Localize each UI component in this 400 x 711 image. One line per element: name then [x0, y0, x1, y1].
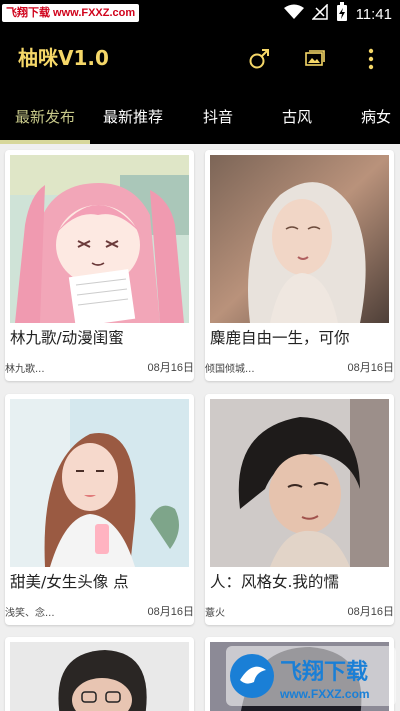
- watermark-logo: 飞翔下载 www.FXXZ.com: [226, 646, 396, 706]
- status-icons: 11:41: [283, 0, 392, 28]
- signal-icon: [310, 3, 328, 24]
- more-icon[interactable]: [356, 44, 386, 74]
- card-author: 薏火: [205, 608, 225, 619]
- card-title: 麋鹿自由一生，可你: [210, 329, 350, 347]
- card-date: 08月16日: [347, 606, 394, 618]
- card-date: 08月16日: [347, 362, 394, 374]
- card-author: 浅笑、念...: [5, 608, 55, 619]
- watermark-url: www.FXXZ.com: [279, 687, 370, 701]
- male-icon[interactable]: [244, 44, 274, 74]
- avatar-card[interactable]: 人：风格女.我的懦 薏火 08月16日: [205, 394, 394, 625]
- tab-ancient[interactable]: 古风: [262, 90, 332, 144]
- avatar-card[interactable]: [5, 637, 194, 711]
- avatar-card[interactable]: 麋鹿自由一生，可你 倾国倾城... 08月16日: [205, 150, 394, 381]
- app-bar: 柚咪V1.0: [0, 28, 400, 90]
- card-title: 人：风格女.我的懦: [210, 573, 339, 591]
- card-title: 甜美/女生头像 点: [10, 573, 129, 591]
- tab-latest[interactable]: 最新发布: [0, 90, 90, 144]
- card-author: 林九歌...: [5, 364, 45, 375]
- watermark-brand: 飞翔下载: [280, 659, 368, 685]
- status-time: 11:41: [355, 5, 392, 23]
- tab-recommended[interactable]: 最新推荐: [92, 90, 174, 144]
- card-image: [10, 155, 189, 323]
- card-image: [10, 399, 189, 567]
- app-screen: 飞翔下载 www.FXXZ.com 11:41 柚咪V1.0 最新发布 最新推荐…: [0, 0, 400, 711]
- app-actions: [244, 44, 386, 74]
- card-title: 林九歌/动漫闺蜜: [10, 329, 124, 347]
- card-image: [210, 399, 389, 567]
- watermark-badge: 飞翔下载 www.FXXZ.com: [2, 4, 140, 22]
- gallery-icon[interactable]: [300, 44, 330, 74]
- avatar-card[interactable]: 甜美/女生头像 点 浅笑、念... 08月16日: [5, 394, 194, 625]
- card-author: 倾国倾城...: [205, 364, 255, 375]
- tab-yandere[interactable]: 病女: [348, 90, 400, 144]
- wifi-icon: [283, 4, 304, 24]
- avatar-card[interactable]: 林九歌/动漫闺蜜 林九歌... 08月16日: [5, 150, 194, 381]
- card-image: [210, 155, 389, 323]
- tab-indicator: [0, 140, 90, 144]
- card-date: 08月16日: [147, 606, 194, 618]
- app-title: 柚咪V1.0: [18, 46, 109, 70]
- card-date: 08月16日: [147, 362, 194, 374]
- tab-douyin[interactable]: 抖音: [180, 90, 256, 144]
- card-image: [10, 642, 189, 711]
- battery-icon: [336, 2, 348, 26]
- tab-bar: 最新发布 最新推荐 抖音 古风 病女: [0, 90, 400, 144]
- status-bar: 飞翔下载 www.FXXZ.com 11:41: [0, 0, 400, 28]
